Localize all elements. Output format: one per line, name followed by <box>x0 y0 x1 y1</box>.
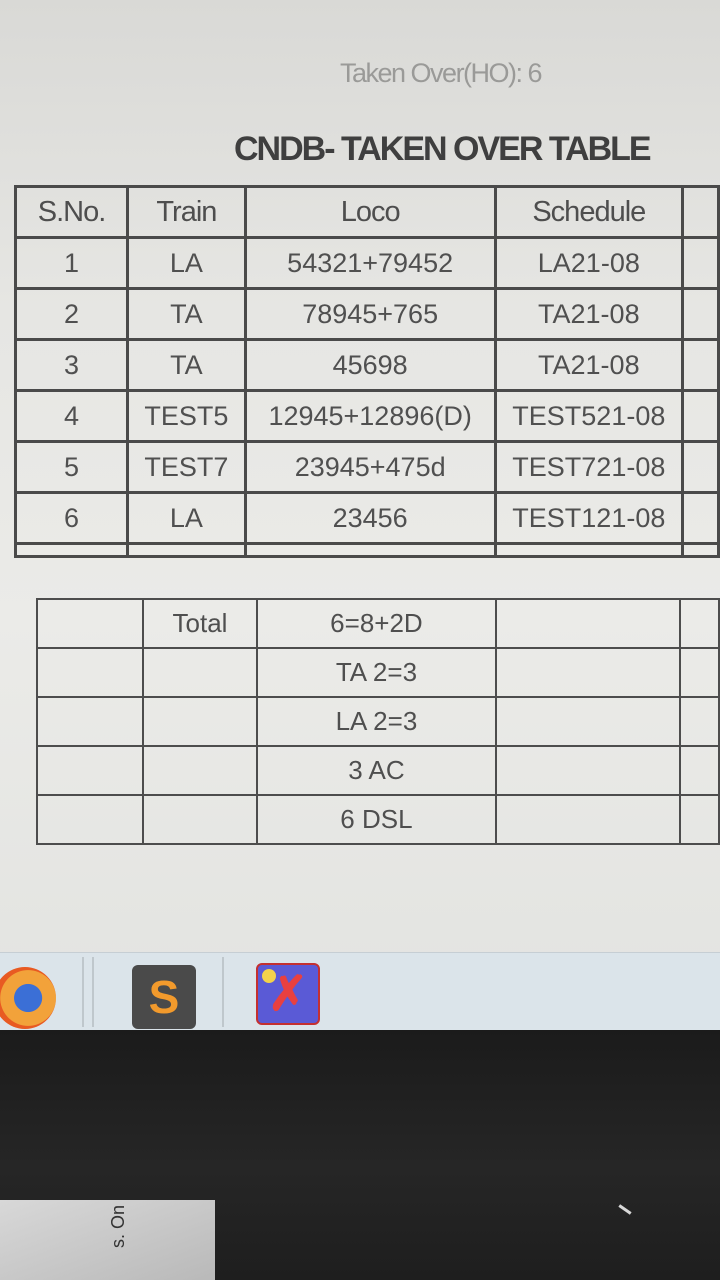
table-spacer-row <box>13 542 720 558</box>
table-row[interactable]: 6 LA 23456 TEST121-08 <box>13 491 720 545</box>
cell-schedule: TEST721-08 <box>493 440 685 494</box>
cell-cut <box>681 440 720 494</box>
firefox-icon[interactable] <box>0 967 56 1029</box>
cell-loco: 54321+79452 <box>243 236 497 290</box>
summary-row[interactable]: Total 6=8+2D <box>35 598 720 649</box>
summary-row[interactable]: LA 2=3 <box>35 696 720 747</box>
total-label: Total <box>142 598 258 649</box>
cell-schedule: TA21-08 <box>493 287 685 341</box>
cell-sno: 5 <box>13 440 130 494</box>
table-row[interactable]: 1 LA 54321+79452 LA21-08 <box>13 236 720 290</box>
summary-row[interactable]: 3 AC <box>35 745 720 796</box>
taskbar-divider <box>92 957 94 1027</box>
header-cut-cell <box>681 185 720 239</box>
cell-train: TEST7 <box>126 440 247 494</box>
table-row[interactable]: 3 TA 45698 TA21-08 <box>13 338 720 392</box>
table-row[interactable]: 4 TEST5 12945+12896(D) TEST521-08 <box>13 389 720 443</box>
cell-sno: 3 <box>13 338 130 392</box>
summary-row[interactable]: TA 2=3 <box>35 647 720 698</box>
cell-schedule: TEST121-08 <box>493 491 685 545</box>
summary-row[interactable]: 6 DSL <box>35 794 720 845</box>
cell-loco: 45698 <box>243 338 497 392</box>
table-header-row: S.No. Train Loco Schedule <box>13 185 720 239</box>
cell-sno: 4 <box>13 389 130 443</box>
header-loco: Loco <box>243 185 497 239</box>
cell-sno: 2 <box>13 287 130 341</box>
page-title: CNDB- TAKEN OVER TABLE <box>234 130 652 168</box>
summary-line: 6=8+2D <box>255 598 498 649</box>
xapp-icon[interactable]: ✗ <box>256 963 320 1025</box>
summary-line: 3 AC <box>255 745 498 796</box>
cell-loco: 23945+475d <box>243 440 497 494</box>
taskbar: S ✗ <box>0 952 720 1030</box>
taskbar-divider <box>82 957 84 1027</box>
summary-line: 6 DSL <box>255 794 498 845</box>
cell-schedule: LA21-08 <box>493 236 685 290</box>
header-train: Train <box>126 185 247 239</box>
taken-over-count: Taken Over(HO): 6 <box>340 58 543 88</box>
cell-train: LA <box>126 491 247 545</box>
cell-loco: 78945+765 <box>243 287 497 341</box>
table-row[interactable]: 5 TEST7 23945+475d TEST721-08 <box>13 440 720 494</box>
summary-line: LA 2=3 <box>255 696 498 747</box>
cell-cut <box>681 287 720 341</box>
cell-train: TA <box>126 287 247 341</box>
table-row[interactable]: 2 TA 78945+765 TA21-08 <box>13 287 720 341</box>
monitor-screen: Taken Over(HO): 6 CNDB- TAKEN OVER TABLE… <box>0 0 720 1030</box>
taken-over-table: S.No. Train Loco Schedule 1 LA 54321+794… <box>13 185 720 558</box>
cell-sno: 6 <box>13 491 130 545</box>
cell-cut <box>681 389 720 443</box>
taskbar-divider <box>222 957 224 1027</box>
cell-loco: 12945+12896(D) <box>243 389 497 443</box>
cell-train: LA <box>126 236 247 290</box>
cell-schedule: TEST521-08 <box>493 389 685 443</box>
summary-line: TA 2=3 <box>255 647 498 698</box>
sublime-glyph: S <box>148 971 180 1023</box>
xapp-dot <box>262 969 276 983</box>
desk-paper-text: s. On <box>108 1204 128 1248</box>
cell-cut <box>681 236 720 290</box>
cell-train: TEST5 <box>126 389 247 443</box>
cell-sno: 1 <box>13 236 130 290</box>
summary-table: Total 6=8+2D TA 2=3 LA 2=3 3 AC 6 DSL <box>35 598 720 845</box>
cell-train: TA <box>126 338 247 392</box>
cell-loco: 23456 <box>243 491 497 545</box>
cell-schedule: TA21-08 <box>493 338 685 392</box>
cell-cut <box>681 338 720 392</box>
sublime-text-icon[interactable]: S <box>132 965 196 1029</box>
cell-cut <box>681 491 720 545</box>
header-schedule: Schedule <box>493 185 685 239</box>
header-sno: S.No. <box>13 185 130 239</box>
